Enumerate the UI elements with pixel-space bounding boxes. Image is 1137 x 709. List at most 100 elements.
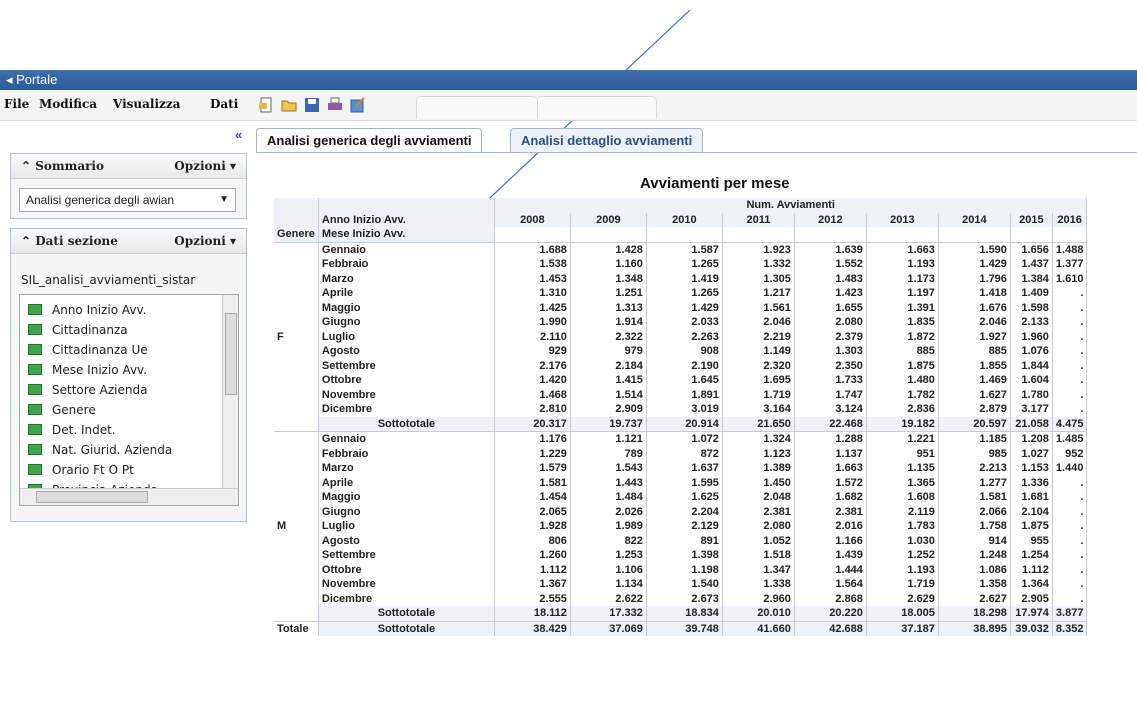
- field-item[interactable]: Anno Inizio Avv.: [28, 301, 146, 319]
- value-cell: .: [1052, 577, 1088, 592]
- value-cell: 1.676: [938, 300, 1011, 315]
- total-value-cell: 38.895: [938, 620, 1011, 636]
- month-cell: Aprile: [318, 286, 495, 301]
- year-header: 2015: [1010, 212, 1053, 227]
- field-item[interactable]: Det. Indet.: [28, 421, 116, 439]
- menu-dati[interactable]: Dati: [210, 97, 238, 111]
- value-cell: 2.129: [646, 519, 723, 534]
- value-cell: 1.134: [570, 577, 647, 592]
- field-list-vscrollbar[interactable]: [222, 295, 238, 488]
- table-row: Novembre 1.367 1.134 1.540 1.338 1.564 1.719 1.…: [274, 577, 1088, 592]
- row-dimension-label: Mese Inizio Avv.: [318, 227, 495, 242]
- value-cell: 1.423: [794, 286, 867, 301]
- field-list-hscrollbar[interactable]: [20, 488, 238, 505]
- value-cell: 806: [494, 533, 571, 548]
- section-select[interactable]: Analisi generica degli awian ▼: [19, 188, 236, 212]
- value-cell: 1.305: [722, 271, 795, 286]
- value-cell: 1.454: [494, 490, 571, 505]
- field-item[interactable]: Cittadinanza: [28, 321, 128, 339]
- value-cell: 952: [1052, 446, 1088, 461]
- month-cell: Sottototale: [318, 416, 495, 432]
- value-cell: 1.137: [794, 446, 867, 461]
- value-cell: .: [1052, 300, 1088, 315]
- tab-analisi-dettaglio[interactable]: Analisi dettaglio avviamenti: [510, 128, 704, 153]
- value-cell: 1.484: [570, 490, 647, 505]
- value-cell: 1.844: [1010, 358, 1053, 373]
- new-icon[interactable]: [258, 97, 274, 113]
- save-icon[interactable]: [304, 97, 320, 113]
- field-list[interactable]: Anno Inizio Avv. Cittadinanza Cittadinan…: [19, 294, 239, 506]
- month-cell: Agosto: [318, 344, 495, 359]
- chevron-up-icon[interactable]: ⌃: [21, 159, 31, 173]
- dati-sezione-options-button[interactable]: Opzioni ▾: [174, 234, 236, 248]
- value-cell: 1.627: [938, 387, 1011, 402]
- field-item[interactable]: Mese Inizio Avv.: [28, 361, 147, 379]
- value-cell: 18.112: [494, 606, 571, 621]
- value-cell: 2.263: [646, 329, 723, 344]
- field-item[interactable]: Nat. Giurid. Azienda: [28, 441, 172, 459]
- value-cell: 1.719: [866, 577, 939, 592]
- value-cell: 1.928: [494, 519, 571, 534]
- menu-file[interactable]: File: [4, 97, 29, 111]
- window-title: Portale: [16, 72, 58, 87]
- value-cell: .: [1052, 591, 1088, 606]
- field-item[interactable]: Orario Ft O Pt: [28, 461, 134, 479]
- value-cell: 2.184: [570, 358, 647, 373]
- header-row: Num. Avviamenti: [274, 198, 1088, 213]
- value-cell: 1.927: [938, 329, 1011, 344]
- menu-visualizza[interactable]: Visualizza: [113, 97, 180, 111]
- value-cell: 1.645: [646, 373, 723, 388]
- table-row: Giugno 2.065 2.026 2.204 2.381 2.381 2.119 2.06…: [274, 504, 1088, 519]
- value-cell: 1.391: [866, 300, 939, 315]
- value-cell: 789: [570, 446, 647, 461]
- value-cell: 1.655: [794, 300, 867, 315]
- month-cell: Dicembre: [318, 402, 495, 417]
- sommario-options-button[interactable]: Opzioni ▾: [174, 159, 236, 173]
- value-cell: 1.682: [794, 490, 867, 505]
- value-cell: 2.379: [794, 329, 867, 344]
- value-cell: 1.855: [938, 358, 1011, 373]
- value-cell: 1.428: [570, 241, 647, 257]
- value-cell: 3.877: [1052, 606, 1088, 621]
- corner-cell: [274, 212, 319, 227]
- scroll-thumb[interactable]: [225, 313, 237, 395]
- value-cell: 1.656: [1010, 241, 1053, 257]
- tab-analisi-generica[interactable]: Analisi generica degli avviamenti: [256, 128, 483, 153]
- subtotal-row: Sottototale 18.112 17.332 18.834 20.010 20.22…: [274, 606, 1088, 621]
- total-value-cell: 39.748: [646, 620, 723, 636]
- value-cell: .: [1052, 286, 1088, 301]
- month-cell: Giugno: [318, 504, 495, 519]
- empty-cell: [1052, 227, 1088, 242]
- value-cell: 1.681: [1010, 490, 1053, 505]
- value-cell: 1.123: [722, 446, 795, 461]
- value-cell: .: [1052, 373, 1088, 388]
- value-cell: 2.322: [570, 329, 647, 344]
- value-cell: 1.514: [570, 387, 647, 402]
- value-cell: 1.193: [866, 257, 939, 272]
- open-icon[interactable]: [281, 97, 297, 113]
- chevron-up-icon[interactable]: ⌃: [21, 234, 31, 248]
- value-cell: 1.538: [494, 257, 571, 272]
- field-item[interactable]: Settore Azienda: [28, 381, 147, 399]
- menu-modifica[interactable]: Modifica: [39, 97, 97, 111]
- table-row: M Gennaio 1.176 1.121 1.072 1.324 1.288 1.221 1.…: [274, 431, 1088, 621]
- print-icon[interactable]: [327, 97, 343, 113]
- value-cell: 1.733: [794, 373, 867, 388]
- collapse-panel-button[interactable]: «: [235, 127, 242, 142]
- total-value-cell: 8.352: [1052, 620, 1088, 636]
- toolbar-blank-tab-1[interactable]: [416, 96, 538, 119]
- value-cell: 908: [646, 344, 723, 359]
- value-cell: 1.365: [866, 475, 939, 490]
- field-item[interactable]: Genere: [28, 401, 96, 419]
- value-cell: 1.347: [722, 562, 795, 577]
- toolbar-blank-tab-2[interactable]: [537, 96, 657, 119]
- back-link[interactable]: ◂ Portale: [0, 70, 57, 90]
- chevron-down-icon: ▼: [219, 194, 229, 205]
- value-cell: 3.019: [646, 402, 723, 417]
- value-cell: .: [1052, 519, 1088, 534]
- scroll-thumb[interactable]: [36, 491, 148, 503]
- year-header: 2016: [1052, 212, 1088, 227]
- field-item[interactable]: Cittadinanza Ue: [28, 341, 148, 359]
- export-icon[interactable]: [350, 97, 366, 113]
- value-cell: 1.052: [722, 533, 795, 548]
